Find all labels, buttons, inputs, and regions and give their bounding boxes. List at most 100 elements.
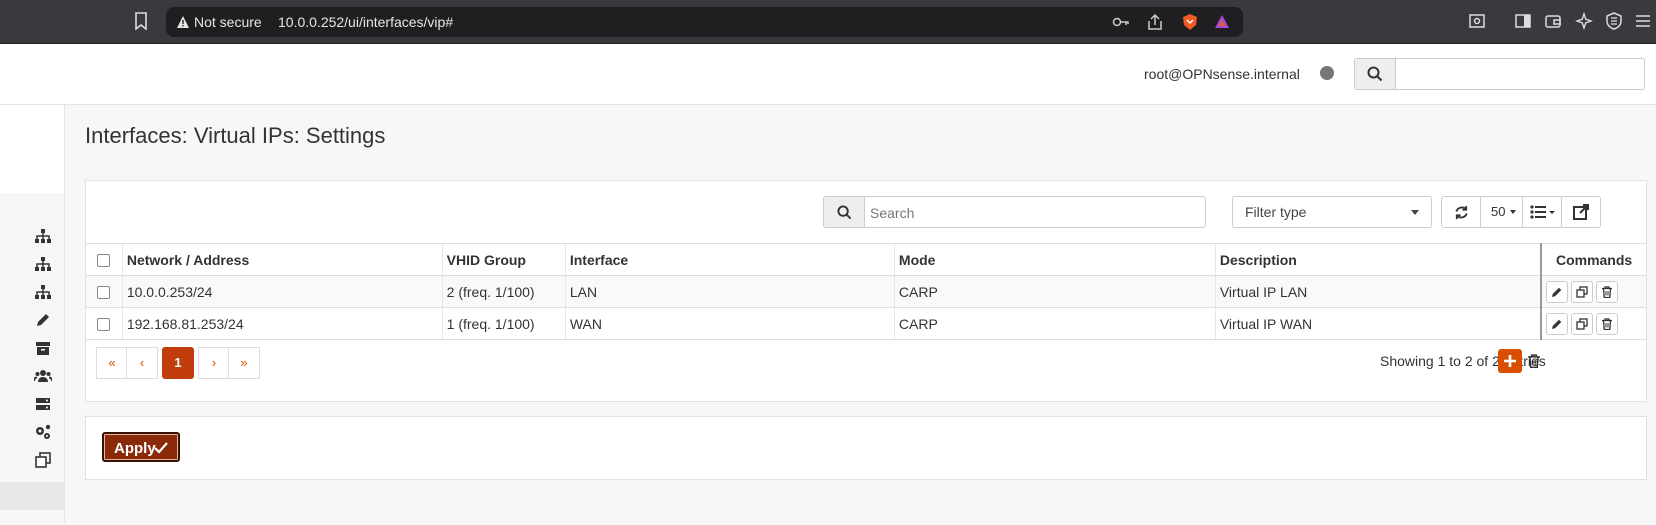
table-row: 10.0.0.253/24 2 (freq. 1/100) LAN CARP V… <box>86 275 1646 308</box>
grid-search <box>823 196 1206 228</box>
edit-button[interactable] <box>1546 280 1569 303</box>
apply-button[interactable]: Apply <box>102 432 180 462</box>
apply-panel: Apply <box>85 416 1647 480</box>
share-icon[interactable] <box>1146 13 1164 31</box>
users-icon[interactable] <box>34 367 52 385</box>
delete-button[interactable] <box>1596 312 1619 335</box>
clone-button[interactable] <box>1571 312 1594 335</box>
vpn-shield-icon[interactable] <box>1605 12 1623 30</box>
delete-button[interactable] <box>1596 280 1619 303</box>
refresh-button[interactable] <box>1442 197 1480 227</box>
column-header-vhid[interactable]: VHID Group <box>441 243 566 276</box>
sitemap-icon[interactable] <box>34 283 52 301</box>
delete-selected-button[interactable] <box>1524 349 1544 373</box>
grid-toolbar-group: 50 <box>1441 196 1563 228</box>
cell-description: Virtual IP WAN <box>1214 307 1542 340</box>
cell-address: 192.168.81.253/24 <box>121 307 443 340</box>
select-all-checkbox[interactable] <box>97 254 111 268</box>
clone-icon[interactable] <box>34 451 52 469</box>
page-current-button[interactable]: 1 <box>162 347 194 379</box>
screenshot-icon[interactable] <box>1468 12 1486 30</box>
pencil-icon <box>1552 287 1562 297</box>
plus-icon <box>1504 355 1516 367</box>
column-header-address[interactable]: Network / Address <box>121 243 443 276</box>
security-label: Not secure <box>194 14 262 30</box>
apply-label: Apply <box>114 440 156 457</box>
column-header-commands: Commands <box>1540 243 1646 276</box>
sidebar-selected-row <box>0 482 64 510</box>
search-icon <box>837 205 852 220</box>
menu-icon[interactable] <box>1634 12 1652 30</box>
bookmark-icon[interactable] <box>134 12 148 30</box>
export-button[interactable] <box>1561 196 1601 228</box>
sidebar <box>0 105 65 525</box>
leo-ai-icon[interactable] <box>1575 12 1593 30</box>
check-icon <box>154 442 168 454</box>
sitemap-icon[interactable] <box>34 255 52 273</box>
row-commands <box>1540 275 1646 308</box>
column-selector-button[interactable] <box>1523 197 1562 227</box>
page-last-button[interactable]: » <box>228 347 260 379</box>
table-header-row: Network / Address VHID Group Interface M… <box>86 243 1646 276</box>
chevron-down-icon <box>1510 210 1516 214</box>
add-button[interactable] <box>1498 349 1522 373</box>
list-icon <box>1530 205 1555 219</box>
refresh-icon <box>1455 205 1468 220</box>
cell-interface: LAN <box>564 275 895 308</box>
row-select-cell <box>86 307 123 340</box>
grid-search-button[interactable] <box>824 197 865 227</box>
page-first-button[interactable]: « <box>96 347 128 379</box>
key-icon[interactable] <box>1112 13 1130 31</box>
sidebar-toggle-icon[interactable] <box>1514 12 1532 30</box>
address-bar[interactable]: Not secure 10.0.0.252/ui/interfaces/vip# <box>166 7 1243 37</box>
search-icon <box>1367 66 1383 82</box>
clone-icon <box>1576 285 1588 298</box>
grid-search-input[interactable] <box>868 201 1192 225</box>
clone-icon <box>1576 317 1588 330</box>
archive-icon[interactable] <box>34 339 52 357</box>
brave-rewards-icon[interactable] <box>1213 13 1231 31</box>
vip-grid-panel: Filter type 50 Network / Address VHID Gr… <box>85 180 1647 402</box>
wallet-icon[interactable] <box>1544 12 1562 30</box>
brave-shield-icon[interactable] <box>1181 13 1199 31</box>
select-all-cell <box>86 243 123 276</box>
cell-vhid: 1 (freq. 1/100) <box>441 307 566 340</box>
filter-type-label: Filter type <box>1245 204 1307 220</box>
global-search[interactable] <box>1354 58 1645 90</box>
clone-button[interactable] <box>1571 280 1594 303</box>
url-text[interactable]: 10.0.0.252/ui/interfaces/vip# <box>278 14 453 30</box>
sitemap-icon[interactable] <box>34 227 52 245</box>
vip-table: Network / Address VHID Group Interface M… <box>86 243 1646 340</box>
column-header-interface[interactable]: Interface <box>564 243 895 276</box>
row-select-cell <box>86 275 123 308</box>
global-search-button[interactable] <box>1355 59 1396 89</box>
cell-vhid: 2 (freq. 1/100) <box>441 275 566 308</box>
pencil-icon[interactable] <box>34 311 52 329</box>
app-header: root@OPNsense.internal <box>0 44 1656 105</box>
pencil-icon <box>1552 319 1562 329</box>
status-indicator <box>1320 66 1334 80</box>
user-label[interactable]: root@OPNsense.internal <box>1144 66 1300 82</box>
cogs-icon[interactable] <box>34 423 52 441</box>
column-header-mode[interactable]: Mode <box>893 243 1216 276</box>
server-icon[interactable] <box>34 395 52 413</box>
row-checkbox[interactable] <box>97 286 111 300</box>
cell-mode: CARP <box>893 307 1216 340</box>
filter-type-dropdown[interactable]: Filter type <box>1232 196 1432 228</box>
column-header-description[interactable]: Description <box>1214 243 1542 276</box>
page-prev-button[interactable]: ‹ <box>126 347 158 379</box>
sidebar-menu-bg <box>0 193 64 525</box>
export-icon <box>1573 204 1589 220</box>
cell-description: Virtual IP LAN <box>1214 275 1542 308</box>
page-title: Interfaces: Virtual IPs: Settings <box>85 123 386 148</box>
trash-icon <box>1602 317 1613 330</box>
edit-button[interactable] <box>1546 312 1569 335</box>
page-next-button[interactable]: › <box>198 347 230 379</box>
table-row: 192.168.81.253/24 1 (freq. 1/100) WAN CA… <box>86 307 1646 340</box>
trash-icon <box>1602 285 1613 298</box>
row-count-value: 50 <box>1491 204 1506 219</box>
row-checkbox[interactable] <box>97 318 111 332</box>
trash-icon <box>1528 354 1540 368</box>
row-count-dropdown[interactable]: 50 <box>1481 197 1522 227</box>
cell-interface: WAN <box>564 307 895 340</box>
